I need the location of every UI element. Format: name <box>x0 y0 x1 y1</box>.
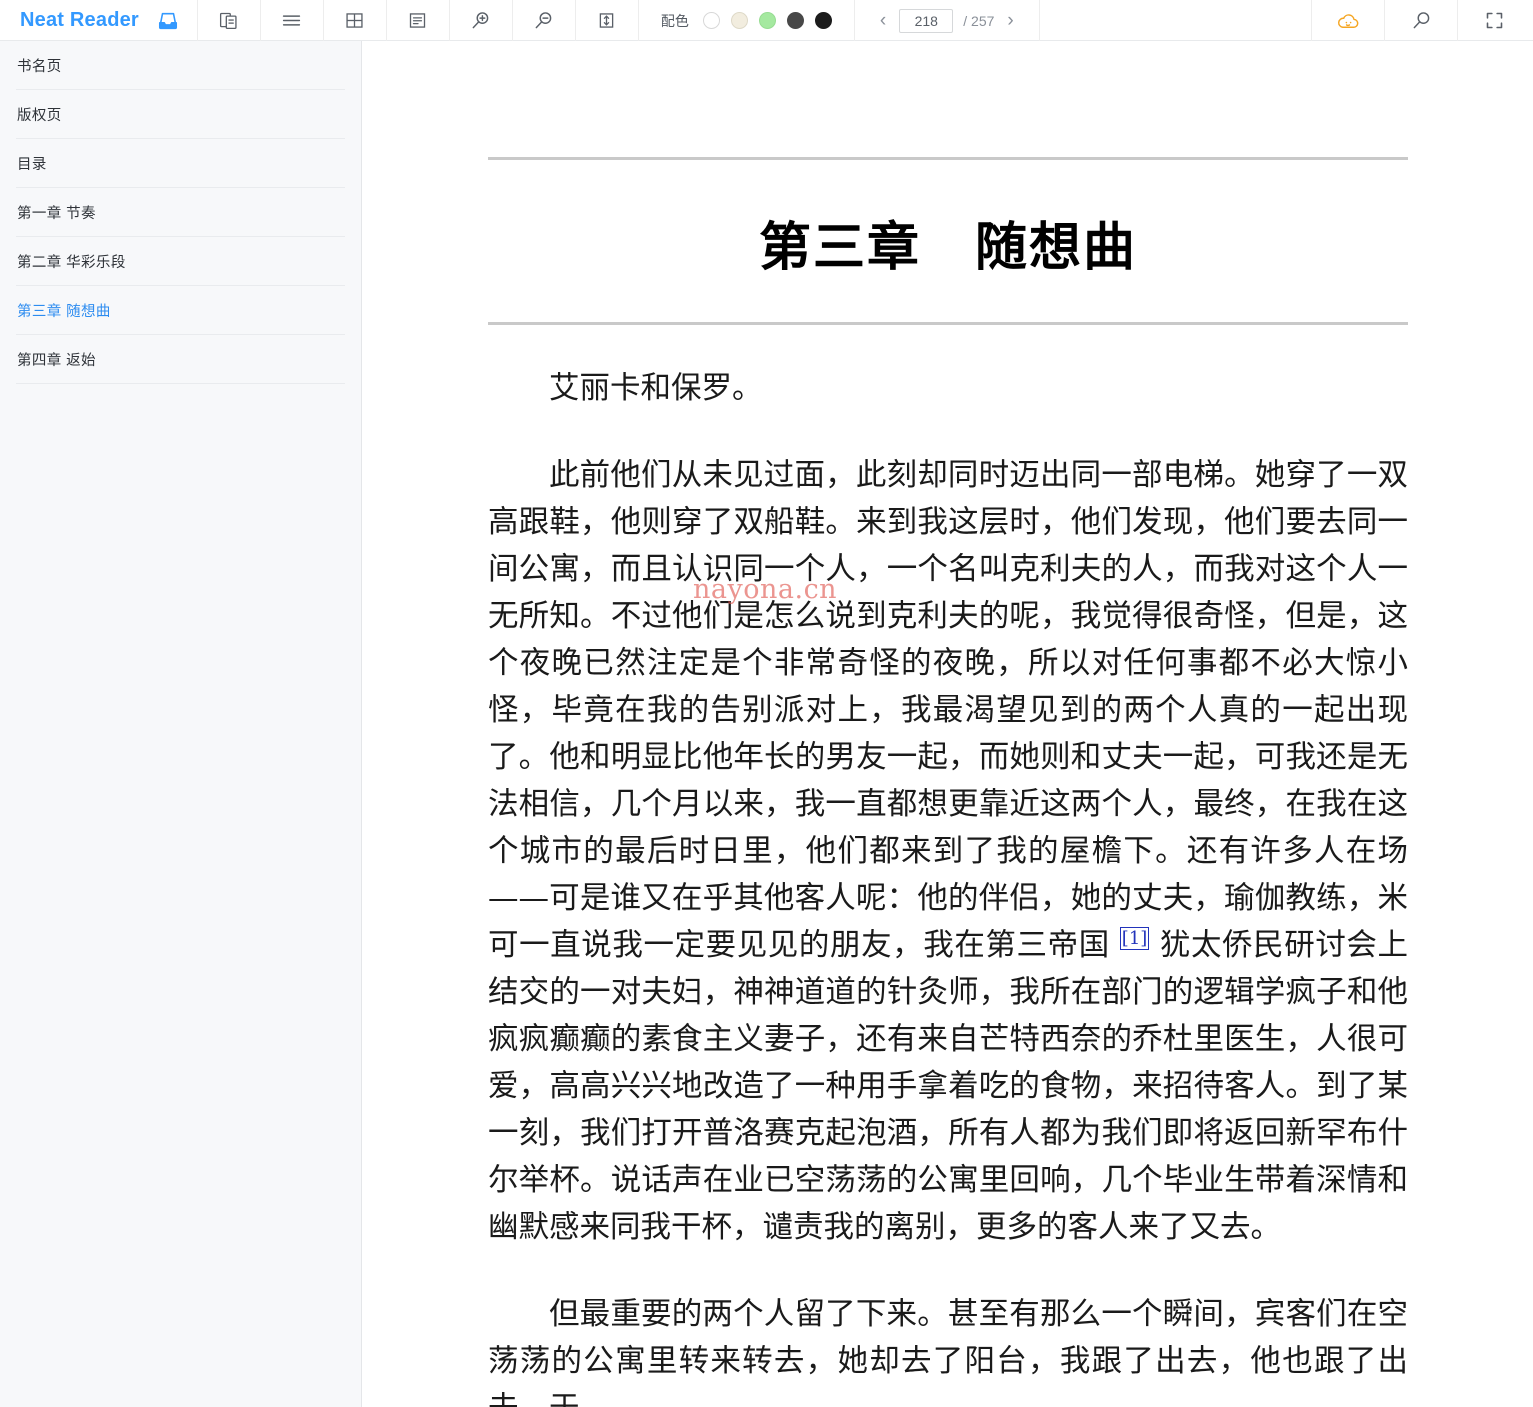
sidebar-item-chapter-2[interactable]: 第二章 华彩乐段 <box>16 237 345 286</box>
zoom-out-icon <box>529 8 559 34</box>
cloud-sync-icon <box>1333 8 1363 34</box>
book-body-text: 艾丽卡和保罗。 此前他们从未见过面，此刻却同时迈出同一部电梯。她穿了一双高跟鞋，… <box>488 365 1408 1407</box>
reader-pane[interactable]: 第三章 随想曲 艾丽卡和保罗。 此前他们从未见过面，此刻却同时迈出同一部电梯。她… <box>363 41 1533 1407</box>
paragraph-2-text-after: 犹太侨民研讨会上结交的一对夫妇，神神道道的针灸师，我所在部门的逻辑学疯子和他疯疯… <box>488 928 1409 1245</box>
notes-icon <box>403 8 433 34</box>
toc-sidebar: 书名页 版权页 目录 第一章 节奏 第二章 华彩乐段 第三章 随想曲 第四章 返… <box>0 41 362 1407</box>
line-height-button[interactable] <box>576 0 639 41</box>
footnote-ref-1[interactable]: [1] <box>1119 926 1150 950</box>
save-to-library-icon[interactable] <box>153 8 183 34</box>
paragraph-3: 但最重要的两个人留了下来。甚至有那么一个瞬间，宾客们在空荡荡的公寓里转来转去，她… <box>488 1297 1408 1407</box>
grid-layout-icon <box>340 8 370 34</box>
sidebar-item-chapter-3[interactable]: 第三章 随想曲 <box>16 286 345 335</box>
page-navigation: ‹ 218 / 257 › <box>855 0 1040 41</box>
book-page: 第三章 随想曲 艾丽卡和保罗。 此前他们从未见过面，此刻却同时迈出同一部电梯。她… <box>488 41 1408 1407</box>
theme-swatch-black[interactable] <box>814 12 832 29</box>
notes-button[interactable] <box>387 0 450 41</box>
search-icon <box>1406 8 1436 34</box>
toolbar-right-group <box>1311 0 1533 41</box>
sidebar-item-chapter-1[interactable]: 第一章 节奏 <box>16 188 345 237</box>
title-rule-bottom <box>488 322 1408 325</box>
color-scheme-label: 配色 <box>660 12 689 29</box>
zoom-out-button[interactable] <box>513 0 576 41</box>
line-height-icon <box>592 8 622 34</box>
toc-toggle-button[interactable] <box>261 0 324 41</box>
page-total-label: / 257 <box>963 12 995 29</box>
sidebar-item-copyright-page[interactable]: 版权页 <box>16 90 345 139</box>
theme-swatch-dark-gray[interactable] <box>786 12 804 29</box>
fullscreen-button[interactable] <box>1458 0 1533 41</box>
app-brand-title: Neat Reader <box>20 9 139 31</box>
paragraph-1: 艾丽卡和保罗。 <box>549 371 763 406</box>
search-button[interactable] <box>1385 0 1458 41</box>
sidebar-item-title-page[interactable]: 书名页 <box>16 41 345 90</box>
paragraph-2: 此前他们从未见过面，此刻却同时迈出同一部电梯。她穿了一双高跟鞋，他则穿了双船鞋。… <box>488 452 1408 1251</box>
fullscreen-icon <box>1479 8 1509 34</box>
next-page-button[interactable]: › <box>1004 11 1016 30</box>
menu-lines-icon <box>277 8 307 34</box>
zoom-in-icon <box>466 8 496 34</box>
theme-swatch-green[interactable] <box>758 12 776 29</box>
color-scheme-group: 配色 <box>639 0 855 41</box>
two-page-view-button[interactable] <box>198 0 261 41</box>
zoom-in-button[interactable] <box>450 0 513 41</box>
cloud-sync-button[interactable] <box>1312 0 1385 41</box>
theme-swatch-white[interactable] <box>702 12 720 29</box>
prev-page-button[interactable]: ‹ <box>877 11 889 30</box>
toc-list: 书名页 版权页 目录 第一章 节奏 第二章 华彩乐段 第三章 随想曲 第四章 返… <box>0 41 361 384</box>
page-number-input[interactable]: 218 <box>899 8 954 33</box>
paragraph-2-text-before: 此前他们从未见过面，此刻却同时迈出同一部电梯。她穿了一双高跟鞋，他则穿了双船鞋。… <box>488 458 1408 963</box>
chapter-title: 第三章 随想曲 <box>758 218 1137 278</box>
top-toolbar: Neat Reader 配色 ‹ 218 / 257 › <box>0 0 1533 41</box>
sidebar-item-contents[interactable]: 目录 <box>16 139 345 188</box>
theme-swatch-sepia[interactable] <box>730 12 748 29</box>
brand-area: Neat Reader <box>0 0 198 41</box>
sidebar-item-chapter-4[interactable]: 第四章 返始 <box>16 335 345 384</box>
grid-layout-button[interactable] <box>324 0 387 41</box>
copy-pages-icon <box>214 8 244 34</box>
